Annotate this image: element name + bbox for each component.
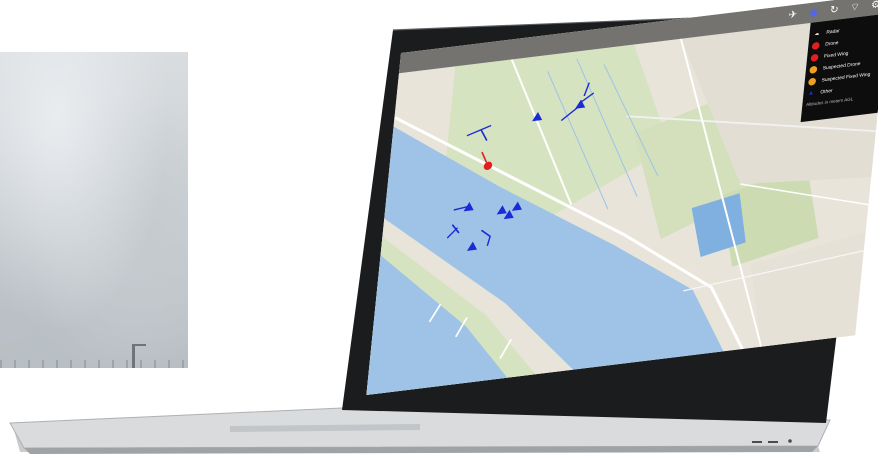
audio-jack <box>788 439 792 443</box>
laptop-screen: ✈ ◉ ↻ ⌔ ⚙ ☁ Radar Drone Fixed Wing Suspe… <box>366 0 878 395</box>
drone-icon <box>811 41 820 50</box>
suspected-drone-icon <box>809 65 818 74</box>
legend-label: Radar <box>826 27 840 36</box>
wifi-icon[interactable]: ⌔ <box>847 0 864 16</box>
usb-port <box>768 441 778 443</box>
suspected-fixed-wing-icon <box>808 77 817 86</box>
legend-label: Fixed Wing <box>823 50 849 59</box>
radar-toggle-icon[interactable]: ◉ <box>805 4 822 21</box>
usb-port <box>752 441 762 443</box>
aircraft-filter-icon[interactable]: ✈ <box>785 7 802 24</box>
legend-panel: ☁ Radar Drone Fixed Wing Suspected Drone… <box>800 13 878 123</box>
settings-icon[interactable]: ⚙ <box>867 0 878 13</box>
other-icon: ▲ <box>807 89 815 97</box>
legend-label: Other <box>820 87 833 95</box>
refresh-icon[interactable]: ↻ <box>826 2 843 19</box>
radar-icon: ☁ <box>814 30 820 37</box>
fixed-wing-icon <box>810 53 819 62</box>
legend-label: Drone <box>824 39 839 48</box>
